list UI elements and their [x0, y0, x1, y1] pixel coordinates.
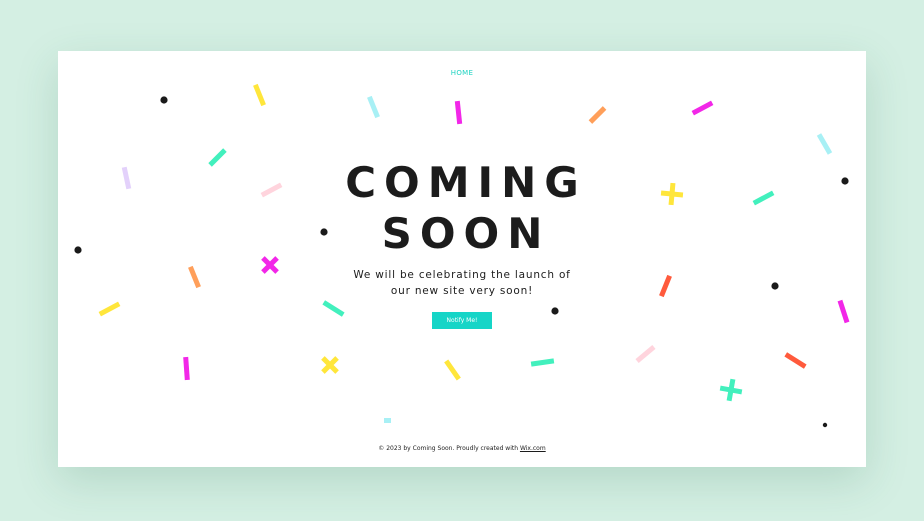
site-nav: HOME [58, 62, 866, 80]
confetti-bar [691, 100, 714, 116]
confetti-bar [816, 133, 833, 155]
confetti-bar [837, 299, 850, 324]
confetti-cross [719, 378, 743, 402]
confetti-cross [321, 356, 339, 374]
footer-copyright: © 2023 by Coming Soon. Proudly created w… [378, 445, 520, 452]
page-title: COMING SOON [58, 157, 866, 259]
confetti-bar [253, 83, 266, 107]
confetti-dot [551, 307, 559, 315]
title-line-1: COMING [345, 158, 587, 207]
confetti-decoration [74, 83, 850, 428]
launch-message: We will be celebrating the launch of our… [58, 267, 866, 299]
confetti-bar [530, 358, 555, 367]
launch-message-line-2: our new site very soon! [390, 285, 534, 297]
confetti-bar [367, 95, 380, 119]
browser-backdrop: HOME COMING SOON We will be celebrating … [0, 0, 924, 521]
confetti-bar [784, 352, 807, 369]
confetti-bar [322, 300, 345, 317]
confetti-bar [384, 418, 391, 423]
confetti-dot [822, 422, 828, 428]
confetti-bar [444, 359, 461, 381]
title-line-2: SOON [381, 209, 551, 258]
notify-me-button[interactable]: Notify Me! [432, 312, 492, 329]
launch-message-line-1: We will be celebrating the launch of [353, 269, 571, 281]
nav-home-link[interactable]: HOME [451, 69, 473, 77]
footer-wix-link[interactable]: Wix.com [520, 445, 546, 452]
confetti-bar [183, 356, 190, 381]
confetti-bar [635, 345, 656, 363]
site-footer: © 2023 by Coming Soon. Proudly created w… [58, 445, 866, 452]
site-page: HOME COMING SOON We will be celebrating … [58, 51, 866, 467]
confetti-bar [454, 100, 463, 125]
confetti-bar [588, 106, 607, 124]
confetti-dot [160, 96, 168, 104]
confetti-bar [98, 301, 121, 317]
